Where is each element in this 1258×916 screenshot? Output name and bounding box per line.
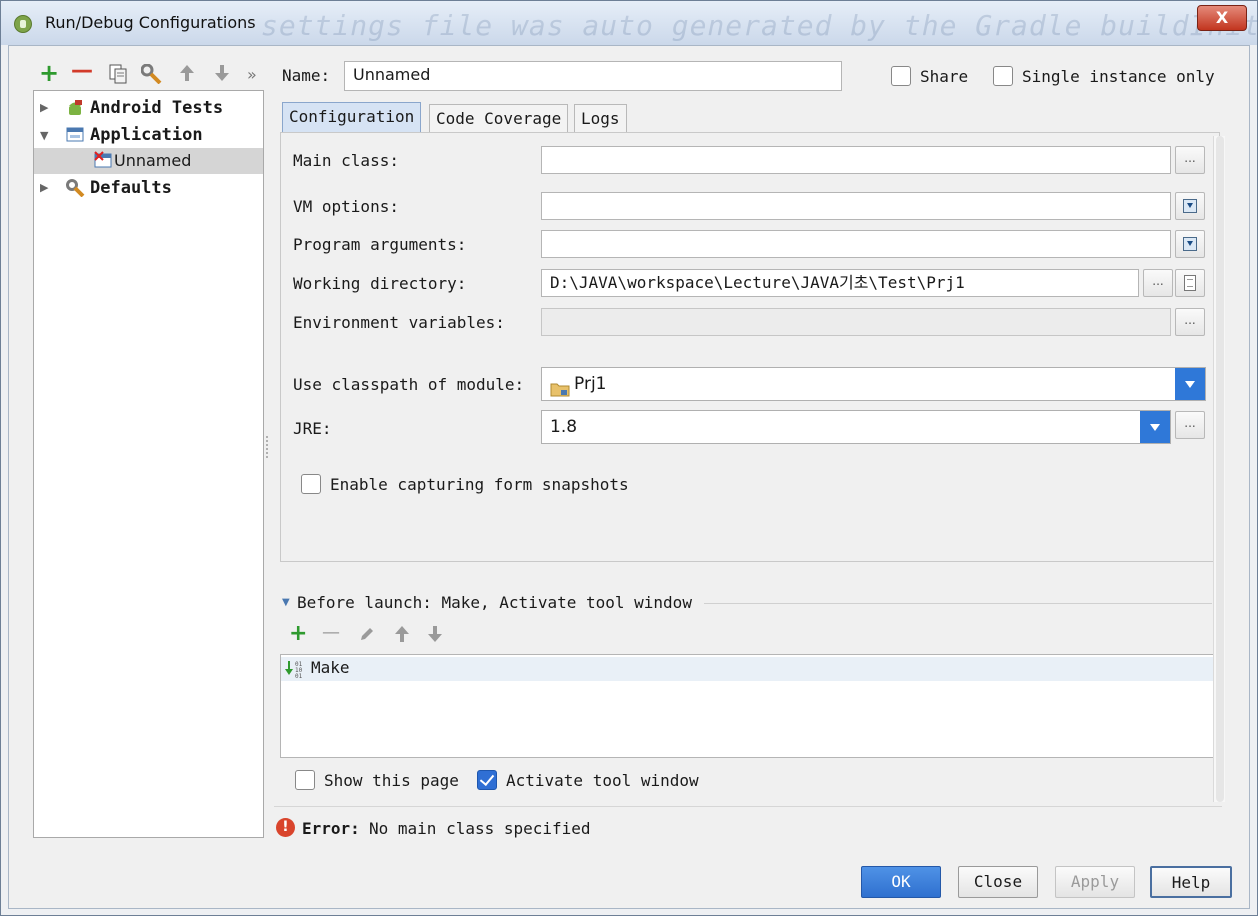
- classpath-module-value: Prj1: [574, 374, 607, 394]
- run-debug-dialog: Run/Debug Configurations settings file w…: [0, 0, 1258, 916]
- dialog-body: + — » ▶ Android Tests ▼ Application Unna…: [8, 45, 1250, 909]
- svg-text:01: 01: [295, 673, 303, 679]
- title-bar[interactable]: Run/Debug Configurations settings file w…: [1, 1, 1258, 45]
- single-instance-label: Single instance only: [1022, 67, 1215, 86]
- share-label: Share: [920, 67, 969, 86]
- program-arguments-input[interactable]: [541, 230, 1171, 258]
- list-item[interactable]: 01 10 01 Make: [281, 657, 1217, 681]
- move-down-icon[interactable]: [214, 64, 230, 85]
- tree-item-unnamed[interactable]: Unnamed: [34, 148, 263, 174]
- wrench-icon[interactable]: [140, 63, 163, 87]
- show-page-label: Show this page: [324, 771, 459, 790]
- window-close-button[interactable]: X: [1197, 5, 1247, 31]
- classpath-module-label: Use classpath of module:: [293, 375, 525, 394]
- working-directory-macro-button[interactable]: [1175, 269, 1205, 297]
- expand-editor-icon: [1183, 237, 1197, 251]
- scroll-thumb[interactable]: [1216, 136, 1224, 802]
- section-divider: [704, 603, 1212, 604]
- main-class-input[interactable]: [541, 146, 1171, 174]
- expand-arrow-icon[interactable]: ▶: [40, 175, 48, 201]
- working-directory-browse-button[interactable]: ...: [1143, 269, 1173, 297]
- collapse-section-icon[interactable]: ▼: [282, 597, 290, 608]
- more-actions-icon[interactable]: »: [247, 65, 257, 85]
- background-code-text: settings file was auto generated by the …: [261, 9, 1258, 42]
- jre-label: JRE:: [293, 419, 332, 438]
- remove-config-icon[interactable]: —: [71, 60, 93, 82]
- name-input[interactable]: Unnamed: [344, 61, 842, 91]
- add-config-icon[interactable]: +: [39, 61, 59, 85]
- jre-select[interactable]: 1.8: [541, 410, 1171, 444]
- tab-logs[interactable]: Logs: [574, 104, 627, 134]
- main-class-browse-button[interactable]: ...: [1175, 146, 1205, 174]
- jre-value: 1.8: [550, 417, 578, 437]
- tree-item-label: Android Tests: [90, 98, 224, 118]
- config-error-icon: [94, 151, 112, 169]
- program-arguments-expand-button[interactable]: [1175, 230, 1205, 258]
- snapshot-checkbox[interactable]: [301, 474, 321, 494]
- chevron-down-icon[interactable]: [1175, 368, 1205, 400]
- before-launch-list[interactable]: 01 10 01 Make: [280, 654, 1218, 758]
- tree-item-defaults[interactable]: ▶ Defaults: [34, 175, 263, 201]
- divider: [274, 806, 1222, 807]
- environment-variables-input[interactable]: [541, 308, 1171, 336]
- tab-configuration[interactable]: Configuration: [282, 102, 422, 134]
- single-instance-checkbox[interactable]: [993, 66, 1013, 86]
- move-task-up-icon[interactable]: [394, 625, 410, 647]
- share-checkbox[interactable]: [891, 66, 911, 86]
- tree-item-label: Defaults: [90, 178, 172, 198]
- wrench-icon: [66, 179, 85, 198]
- vm-options-input[interactable]: [541, 192, 1171, 220]
- copy-config-icon[interactable]: [109, 64, 127, 87]
- move-task-down-icon[interactable]: [427, 625, 443, 647]
- window-title: Run/Debug Configurations: [45, 13, 256, 32]
- help-button[interactable]: Help: [1150, 866, 1232, 898]
- apply-button[interactable]: Apply: [1055, 866, 1135, 898]
- tab-code-coverage[interactable]: Code Coverage: [429, 104, 569, 134]
- show-page-checkbox[interactable]: [295, 770, 315, 790]
- snapshot-label: Enable capturing form snapshots: [330, 475, 629, 494]
- add-task-icon[interactable]: +: [289, 621, 307, 646]
- tree-item-label: Unnamed: [114, 151, 192, 170]
- move-up-icon[interactable]: [179, 64, 195, 85]
- activate-tool-window-label: Activate tool window: [506, 771, 699, 790]
- android-studio-icon: [14, 15, 32, 33]
- chevron-down-icon[interactable]: [1140, 411, 1170, 443]
- jre-browse-button[interactable]: ...: [1175, 411, 1205, 439]
- ok-button[interactable]: OK: [861, 866, 941, 898]
- environment-variables-browse-button[interactable]: ...: [1175, 308, 1205, 336]
- vm-options-label: VM options:: [293, 197, 399, 216]
- scrollbar[interactable]: [1213, 136, 1225, 802]
- expand-editor-icon: [1183, 199, 1197, 213]
- before-launch-header[interactable]: Before launch: Make, Activate tool windo…: [297, 593, 692, 612]
- application-icon: [66, 126, 84, 144]
- document-icon: [1184, 275, 1196, 291]
- main-class-label: Main class:: [293, 151, 399, 170]
- name-label: Name:: [282, 66, 331, 85]
- module-folder-icon: [550, 376, 570, 408]
- task-label: Make: [311, 658, 350, 677]
- program-arguments-label: Program arguments:: [293, 235, 467, 254]
- error-label: Error:: [302, 819, 360, 838]
- working-directory-label: Working directory:: [293, 274, 467, 293]
- error-icon: !: [276, 818, 295, 837]
- working-directory-input[interactable]: D:\JAVA\workspace\Lecture\JAVA기초\Test\Pr…: [541, 269, 1139, 297]
- android-icon: [66, 99, 84, 117]
- error-message: No main class specified: [369, 819, 591, 838]
- make-icon: 01 10 01: [285, 659, 305, 683]
- splitter-handle[interactable]: [266, 436, 270, 458]
- config-tree[interactable]: ▶ Android Tests ▼ Application Unnamed ▶ …: [33, 90, 264, 838]
- vm-options-expand-button[interactable]: [1175, 192, 1205, 220]
- classpath-module-select[interactable]: Prj1: [541, 367, 1206, 401]
- expand-arrow-icon[interactable]: ▶: [40, 95, 48, 121]
- activate-tool-window-checkbox[interactable]: [477, 770, 497, 790]
- environment-variables-label: Environment variables:: [293, 313, 505, 332]
- tree-item-android-tests[interactable]: ▶ Android Tests: [34, 95, 263, 121]
- tree-item-label: Application: [90, 125, 203, 145]
- close-button[interactable]: Close: [958, 866, 1038, 898]
- collapse-arrow-icon[interactable]: ▼: [40, 123, 48, 149]
- edit-task-icon[interactable]: [359, 626, 375, 646]
- remove-task-icon[interactable]: —: [322, 622, 340, 643]
- tree-item-application[interactable]: ▼ Application: [34, 122, 263, 148]
